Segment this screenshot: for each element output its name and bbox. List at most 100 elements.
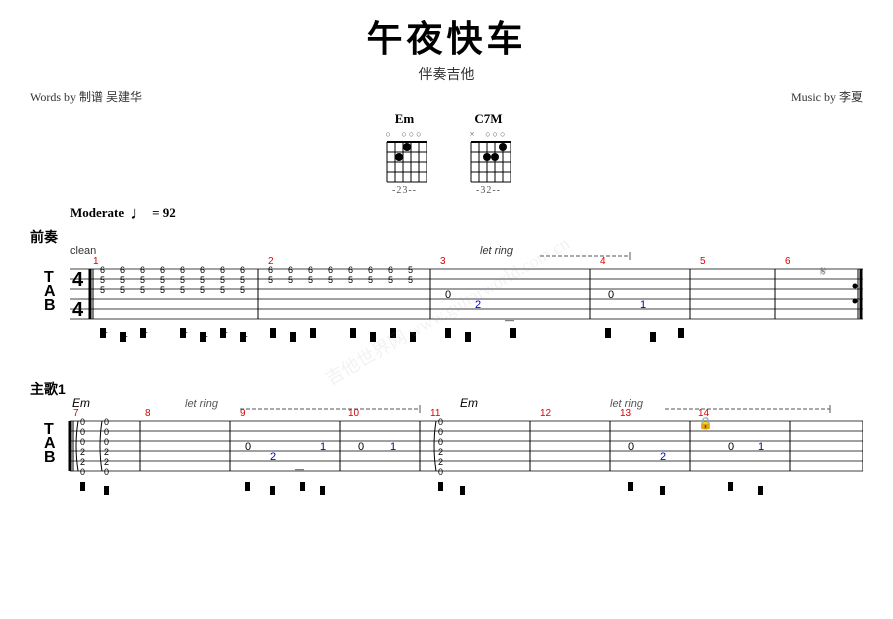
chord-em: Em ○ ○○○ -23--	[383, 111, 427, 196]
svg-text:B: B	[44, 449, 56, 466]
svg-text:5: 5	[220, 285, 225, 295]
svg-text:0: 0	[104, 427, 109, 437]
chord-em-numbers: -23--	[392, 185, 417, 196]
svg-text:6: 6	[120, 265, 125, 275]
svg-text:12: 12	[540, 408, 552, 419]
tempo-line: Moderate ♩ = 92	[70, 204, 863, 222]
svg-text:0: 0	[358, 441, 364, 453]
svg-text:6: 6	[288, 265, 293, 275]
svg-text:0: 0	[438, 437, 443, 447]
chord-em-name: Em	[395, 111, 415, 127]
chord-diagrams: Em ○ ○○○ -23--	[30, 111, 863, 196]
svg-text:2: 2	[80, 447, 85, 457]
svg-text:5: 5	[160, 275, 165, 285]
svg-text:13: 13	[620, 408, 632, 419]
subtitle: 伴奏吉他	[30, 64, 863, 84]
svg-text:—: —	[505, 315, 514, 325]
svg-text:5: 5	[140, 285, 145, 295]
svg-text:let ring: let ring	[480, 245, 514, 257]
svg-text:0: 0	[438, 467, 443, 477]
svg-text:6: 6	[388, 265, 393, 275]
svg-text:5: 5	[348, 275, 353, 285]
svg-text:5: 5	[700, 256, 706, 267]
svg-text:2: 2	[475, 299, 481, 311]
svg-text:2: 2	[660, 451, 666, 463]
svg-text:6: 6	[785, 256, 791, 267]
svg-text:0: 0	[438, 417, 443, 427]
chord-c7m-numbers: -32--	[476, 185, 501, 196]
chord-c7m-dots: × ○○○	[470, 129, 508, 139]
svg-text:5: 5	[220, 275, 225, 285]
svg-text:1: 1	[390, 441, 396, 453]
svg-text:2: 2	[438, 447, 443, 457]
tempo-note-symbol: ♩	[130, 204, 148, 222]
svg-text:5: 5	[180, 275, 185, 285]
svg-text:1: 1	[93, 256, 99, 267]
svg-text:0: 0	[80, 427, 85, 437]
svg-text:7: 7	[73, 408, 79, 419]
svg-text:5: 5	[200, 275, 205, 285]
svg-text:1: 1	[758, 441, 764, 453]
svg-text:5: 5	[140, 275, 145, 285]
svg-text:2: 2	[438, 457, 443, 467]
svg-text:0: 0	[80, 467, 85, 477]
svg-text:2: 2	[104, 447, 109, 457]
svg-text:5: 5	[120, 275, 125, 285]
svg-text:0: 0	[438, 427, 443, 437]
svg-text:4: 4	[600, 256, 606, 267]
credits-row: Words by 制谱 吴建华 Music by 李夏	[30, 88, 863, 105]
svg-text:6: 6	[140, 265, 145, 275]
svg-text:6: 6	[308, 265, 313, 275]
svg-text:10: 10	[348, 408, 360, 419]
page: 午夜快车 伴奏吉他 Words by 制谱 吴建华 Music by 李夏 Em…	[0, 0, 893, 619]
svg-text:6: 6	[200, 265, 205, 275]
score-area: 前奏 clean let ring T A B 4 4	[30, 224, 863, 579]
svg-text:5: 5	[308, 275, 313, 285]
section-intro-label: 前奏	[30, 229, 59, 245]
svg-text:6: 6	[160, 265, 165, 275]
svg-text:5: 5	[368, 275, 373, 285]
svg-text:0: 0	[104, 437, 109, 447]
svg-text:0: 0	[628, 441, 634, 453]
svg-text:B: B	[44, 297, 56, 314]
svg-text:5: 5	[408, 275, 413, 285]
svg-text:3: 3	[440, 256, 446, 267]
svg-text:2: 2	[104, 457, 109, 467]
svg-text:0: 0	[608, 289, 614, 301]
music-by: Music by 李夏	[791, 88, 863, 105]
tempo-bpm: = 92	[152, 205, 176, 221]
svg-text:0: 0	[104, 417, 109, 427]
svg-text:4: 4	[72, 299, 84, 321]
svg-text:2: 2	[80, 457, 85, 467]
chord-c7m-grid	[467, 140, 511, 184]
svg-text:2: 2	[270, 451, 276, 463]
svg-text:6: 6	[180, 265, 185, 275]
chord-c7m-name: C7M	[474, 111, 502, 127]
svg-text:5: 5	[328, 275, 333, 285]
svg-text:1: 1	[320, 441, 326, 453]
svg-text:0: 0	[104, 467, 109, 477]
svg-text:5: 5	[240, 285, 245, 295]
svg-text:1: 1	[640, 299, 646, 311]
svg-text:6: 6	[348, 265, 353, 275]
svg-text:🔒: 🔒	[698, 416, 713, 430]
tempo-label: Moderate	[70, 205, 124, 221]
words-by: Words by 制谱 吴建华	[30, 88, 142, 105]
svg-text:6: 6	[220, 265, 225, 275]
svg-text:4: 4	[72, 269, 84, 291]
svg-text:0: 0	[80, 417, 85, 427]
chord-c7m: C7M × ○○○ -32--	[467, 111, 511, 196]
svg-text:5: 5	[180, 285, 185, 295]
svg-text:5: 5	[100, 285, 105, 295]
svg-text:5: 5	[408, 265, 413, 275]
svg-text:5: 5	[388, 275, 393, 285]
svg-text:0: 0	[245, 441, 251, 453]
svg-text:𝄋: 𝄋	[820, 263, 826, 279]
svg-text:6: 6	[240, 265, 245, 275]
svg-text:6: 6	[268, 265, 273, 275]
svg-text:6: 6	[328, 265, 333, 275]
chord-em-dots: ○ ○○○	[385, 129, 423, 139]
svg-text:6: 6	[100, 265, 105, 275]
svg-text:5: 5	[268, 275, 273, 285]
svg-text:8: 8	[145, 408, 151, 419]
